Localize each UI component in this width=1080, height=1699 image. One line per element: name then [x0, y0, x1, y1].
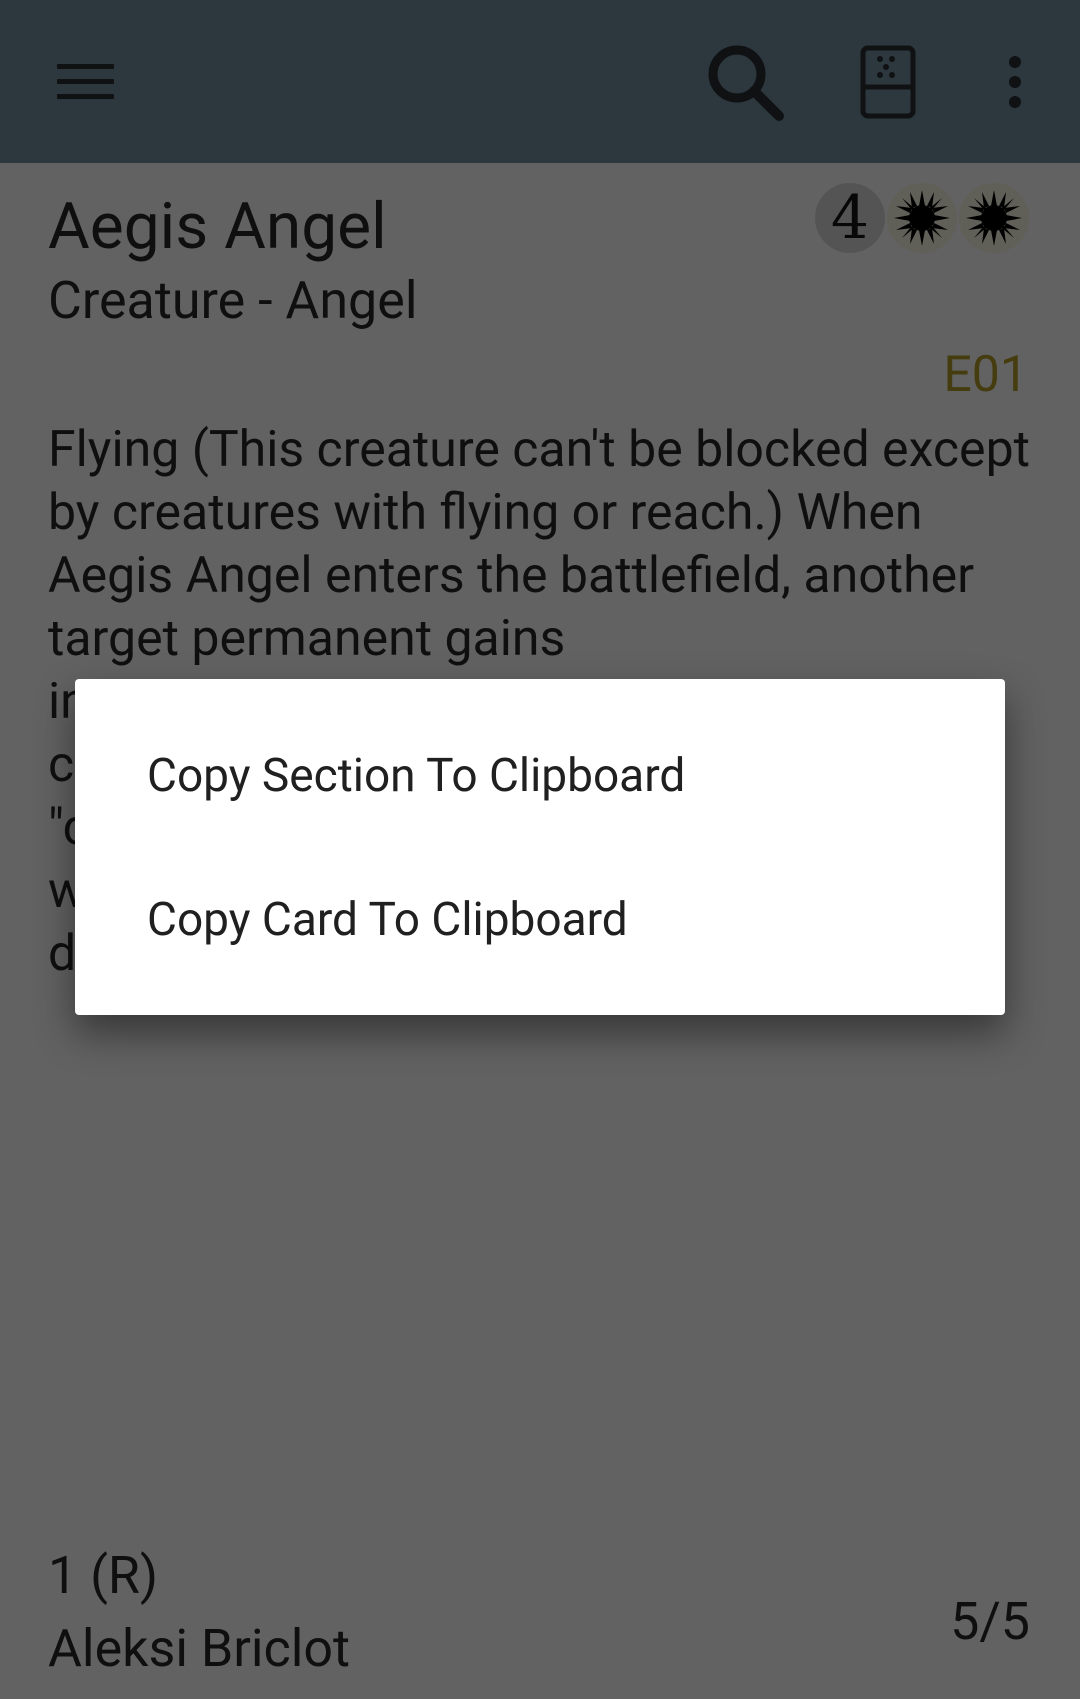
copy-card-button[interactable]: Copy Card To Clipboard	[75, 848, 1005, 992]
copy-options-dialog: Copy Section To Clipboard Copy Card To C…	[75, 679, 1005, 1015]
copy-section-button[interactable]: Copy Section To Clipboard	[75, 704, 1005, 848]
